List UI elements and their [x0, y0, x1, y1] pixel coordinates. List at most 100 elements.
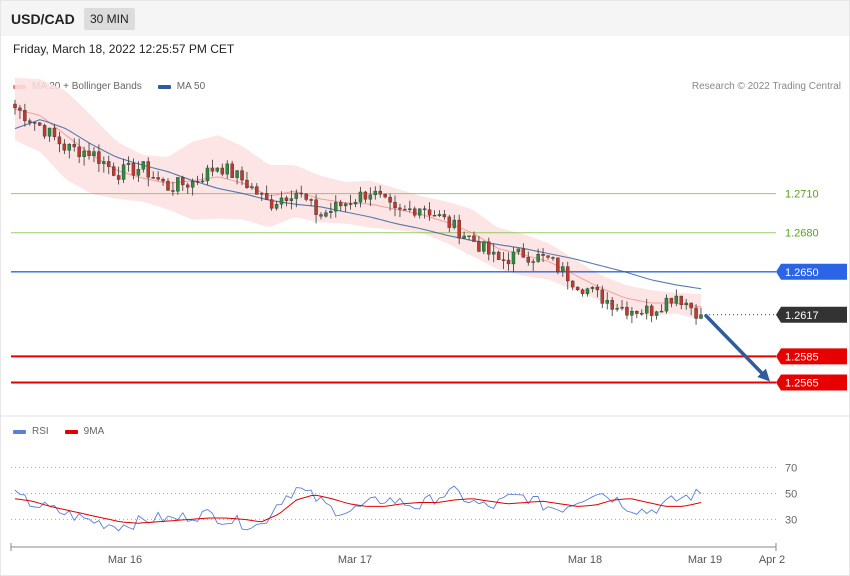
- candle-body: [684, 302, 688, 305]
- candle-body: [551, 257, 555, 259]
- level-label: 1.2710: [785, 189, 819, 201]
- candle-body: [334, 202, 338, 212]
- x-tick-label: Apr 2: [759, 554, 785, 566]
- candle-body: [516, 248, 521, 253]
- candle-body: [67, 144, 72, 151]
- candle-body: [353, 201, 358, 205]
- candle-body: [506, 259, 511, 265]
- candle-body: [82, 150, 86, 157]
- rsi-line: [14, 485, 702, 532]
- price-chart[interactable]: 1.2710 1.2680 1.2650 1.2617 1.2585 1.2565 70 5…: [0, 0, 850, 576]
- candle: [37, 122, 42, 126]
- rsi-ma9-line: [14, 494, 702, 524]
- candle: [580, 288, 585, 297]
- candle-body: [240, 170, 244, 181]
- candle-body: [575, 286, 580, 290]
- level-tag: 1.2565: [776, 374, 847, 391]
- candle: [496, 250, 501, 260]
- candle-body: [664, 297, 669, 312]
- candle-body: [546, 255, 550, 258]
- candle-body: [398, 207, 402, 210]
- candle-body: [447, 216, 452, 228]
- candle-body: [181, 177, 185, 186]
- candle-body: [659, 310, 664, 313]
- candle-body: [210, 167, 215, 172]
- candle-body: [570, 280, 575, 288]
- candle-body: [205, 167, 210, 182]
- candle-body: [472, 235, 476, 242]
- candle-body: [13, 103, 17, 109]
- candle-body: [37, 122, 42, 126]
- candle-body: [595, 286, 600, 291]
- candle-body: [383, 194, 387, 198]
- level-tag: 1.2650: [776, 263, 847, 280]
- candle-body: [511, 251, 516, 265]
- candle-body: [694, 307, 698, 319]
- candle-body: [18, 107, 22, 111]
- candle-body: [141, 161, 146, 170]
- candle-body: [314, 199, 318, 215]
- candle-body: [501, 259, 506, 261]
- candle-body: [699, 314, 703, 319]
- x-tick-label: Mar 16: [108, 554, 142, 566]
- candle-body: [566, 266, 570, 282]
- candle-body: [186, 184, 190, 188]
- candle-body: [97, 151, 101, 164]
- candle-body: [176, 177, 180, 192]
- candle-body: [319, 214, 323, 217]
- candle-body: [279, 197, 284, 205]
- candle-body: [255, 186, 259, 195]
- candle-body: [457, 219, 461, 239]
- level-tag: 1.2617: [776, 306, 847, 323]
- candle-body: [368, 194, 373, 200]
- candle: [635, 310, 639, 319]
- level-labels: 1.2710 1.2680 1.2650 1.2617 1.2585 1.2565: [776, 189, 847, 391]
- candle-body: [62, 143, 67, 151]
- candle-body: [432, 215, 437, 217]
- forecast-arrow: [704, 314, 770, 382]
- candle-body: [126, 162, 131, 165]
- candle-body: [220, 167, 225, 175]
- candle-body: [72, 144, 76, 148]
- candle-body: [556, 257, 560, 273]
- candle-body: [393, 202, 397, 209]
- candle-body: [245, 179, 249, 189]
- candle-body: [477, 241, 481, 252]
- candle-body: [630, 311, 634, 316]
- level-tag: 1.2585: [776, 348, 847, 365]
- candle: [654, 310, 659, 320]
- candle-body: [47, 127, 52, 137]
- candle-body: [358, 191, 363, 203]
- candle-body: [669, 297, 674, 304]
- candle-body: [531, 261, 535, 263]
- level-tag-label: 1.2617: [785, 310, 819, 322]
- candle-body: [590, 286, 595, 289]
- candle-body: [640, 312, 644, 315]
- candle-body: [403, 208, 407, 211]
- candle-body: [260, 193, 264, 195]
- candle-body: [200, 180, 205, 183]
- candle-body: [674, 295, 679, 304]
- candle-body: [161, 179, 165, 182]
- candle-body: [146, 161, 150, 178]
- candle-body: [190, 181, 195, 188]
- candle-body: [452, 219, 456, 228]
- candle-body: [343, 203, 348, 207]
- rsi-panel: 70 50 30: [11, 463, 797, 532]
- bollinger-band: [15, 77, 701, 320]
- candle-body: [107, 161, 111, 167]
- candle-body: [561, 266, 565, 273]
- candle-body: [338, 202, 343, 207]
- candle-body: [299, 192, 303, 195]
- candle-body: [482, 241, 486, 252]
- candle-body: [116, 175, 121, 180]
- candle-body: [92, 151, 96, 157]
- candle-body: [526, 257, 530, 263]
- candle-body: [215, 167, 220, 172]
- candle-body: [57, 136, 62, 145]
- candle-body: [250, 186, 254, 189]
- candle-body: [378, 190, 382, 195]
- candle-body: [348, 203, 353, 205]
- candle-body: [462, 235, 466, 239]
- candle-body: [294, 192, 299, 199]
